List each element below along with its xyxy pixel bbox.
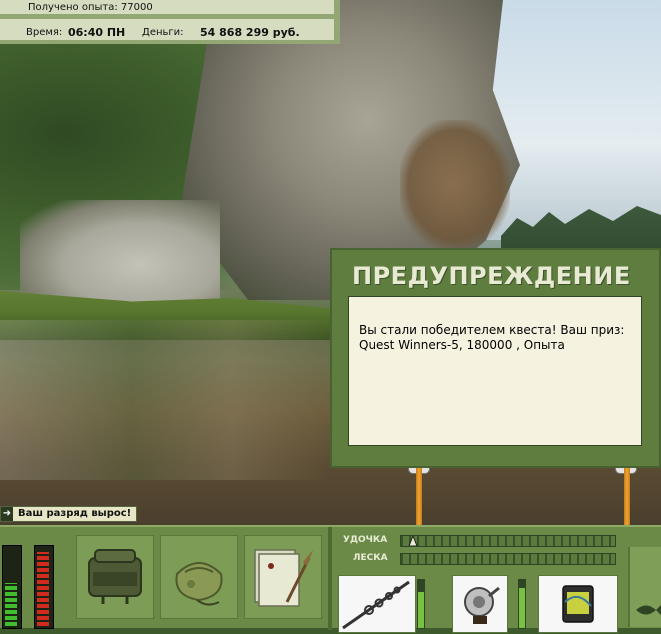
rod-label: УДОЧКА	[343, 535, 388, 545]
fishing-rod-right[interactable]	[624, 465, 630, 525]
dialog-message-box: Вы стали победителем квеста! Ваш приз: Q…	[348, 296, 642, 446]
energy-meter	[2, 545, 22, 629]
dialog-message: Вы стали победителем квеста! Ваш приз: Q…	[359, 323, 625, 352]
tension-meter-fill	[37, 552, 49, 626]
line-label: ЛЕСКА	[353, 553, 388, 563]
time-label: Время:	[26, 27, 63, 38]
line-slot[interactable]	[538, 575, 618, 633]
money-value: 54 868 299 руб.	[200, 26, 300, 39]
dialog-title: ПРЕДУПРЕЖДЕНИЕ	[352, 262, 631, 290]
reel-slot[interactable]	[452, 575, 508, 633]
bottom-panel: УДОЧКА ЛЕСКА	[0, 525, 661, 633]
panel-divider	[328, 527, 332, 630]
tension-meter	[34, 545, 54, 629]
bait-bag-icon	[175, 562, 223, 606]
fishing-rod-icon	[342, 580, 410, 630]
rank-notification[interactable]: ➜ Ваш разряд вырос!	[0, 506, 137, 522]
line-wear-bar	[400, 553, 616, 565]
line-spool-icon	[562, 585, 594, 623]
tackle-box-slot[interactable]	[76, 535, 154, 619]
rod-wear-bar	[400, 535, 616, 547]
energy-meter-fill	[5, 583, 17, 626]
arrow-right-icon: ➜	[1, 507, 13, 521]
warning-dialog[interactable]: ПРЕДУПРЕЖДЕНИЕ Вы стали победителем квес…	[330, 248, 661, 468]
rod-durability-meter	[417, 579, 425, 629]
reel-durability-fill	[519, 588, 525, 628]
rod-durability-fill	[418, 592, 424, 628]
tackle-box-icon	[88, 549, 142, 604]
bait-bag-slot[interactable]	[160, 535, 238, 619]
cliff-rust	[400, 120, 510, 250]
reel-icon	[464, 586, 500, 624]
time-value: 06:40 ПН	[68, 26, 126, 39]
rank-notification-text: Ваш разряд вырос!	[18, 508, 132, 519]
rod-slot[interactable]	[338, 575, 416, 633]
notebook-icon	[254, 549, 313, 607]
fishing-rod-left[interactable]	[416, 465, 422, 525]
fish-tab[interactable]	[628, 547, 661, 627]
status-bar: Получено опыта: 77000 Время: 06:40 ПН Де…	[0, 0, 340, 44]
water-reflection	[0, 320, 330, 480]
status-bar-divider	[0, 14, 334, 19]
experience-text: Получено опыта: 77000	[28, 2, 153, 13]
fish-icon	[636, 605, 661, 615]
notebook-slot[interactable]	[244, 535, 322, 619]
cursor-arrow-icon	[408, 536, 418, 546]
reel-durability-meter	[518, 579, 526, 629]
money-label: Деньги:	[142, 27, 184, 38]
